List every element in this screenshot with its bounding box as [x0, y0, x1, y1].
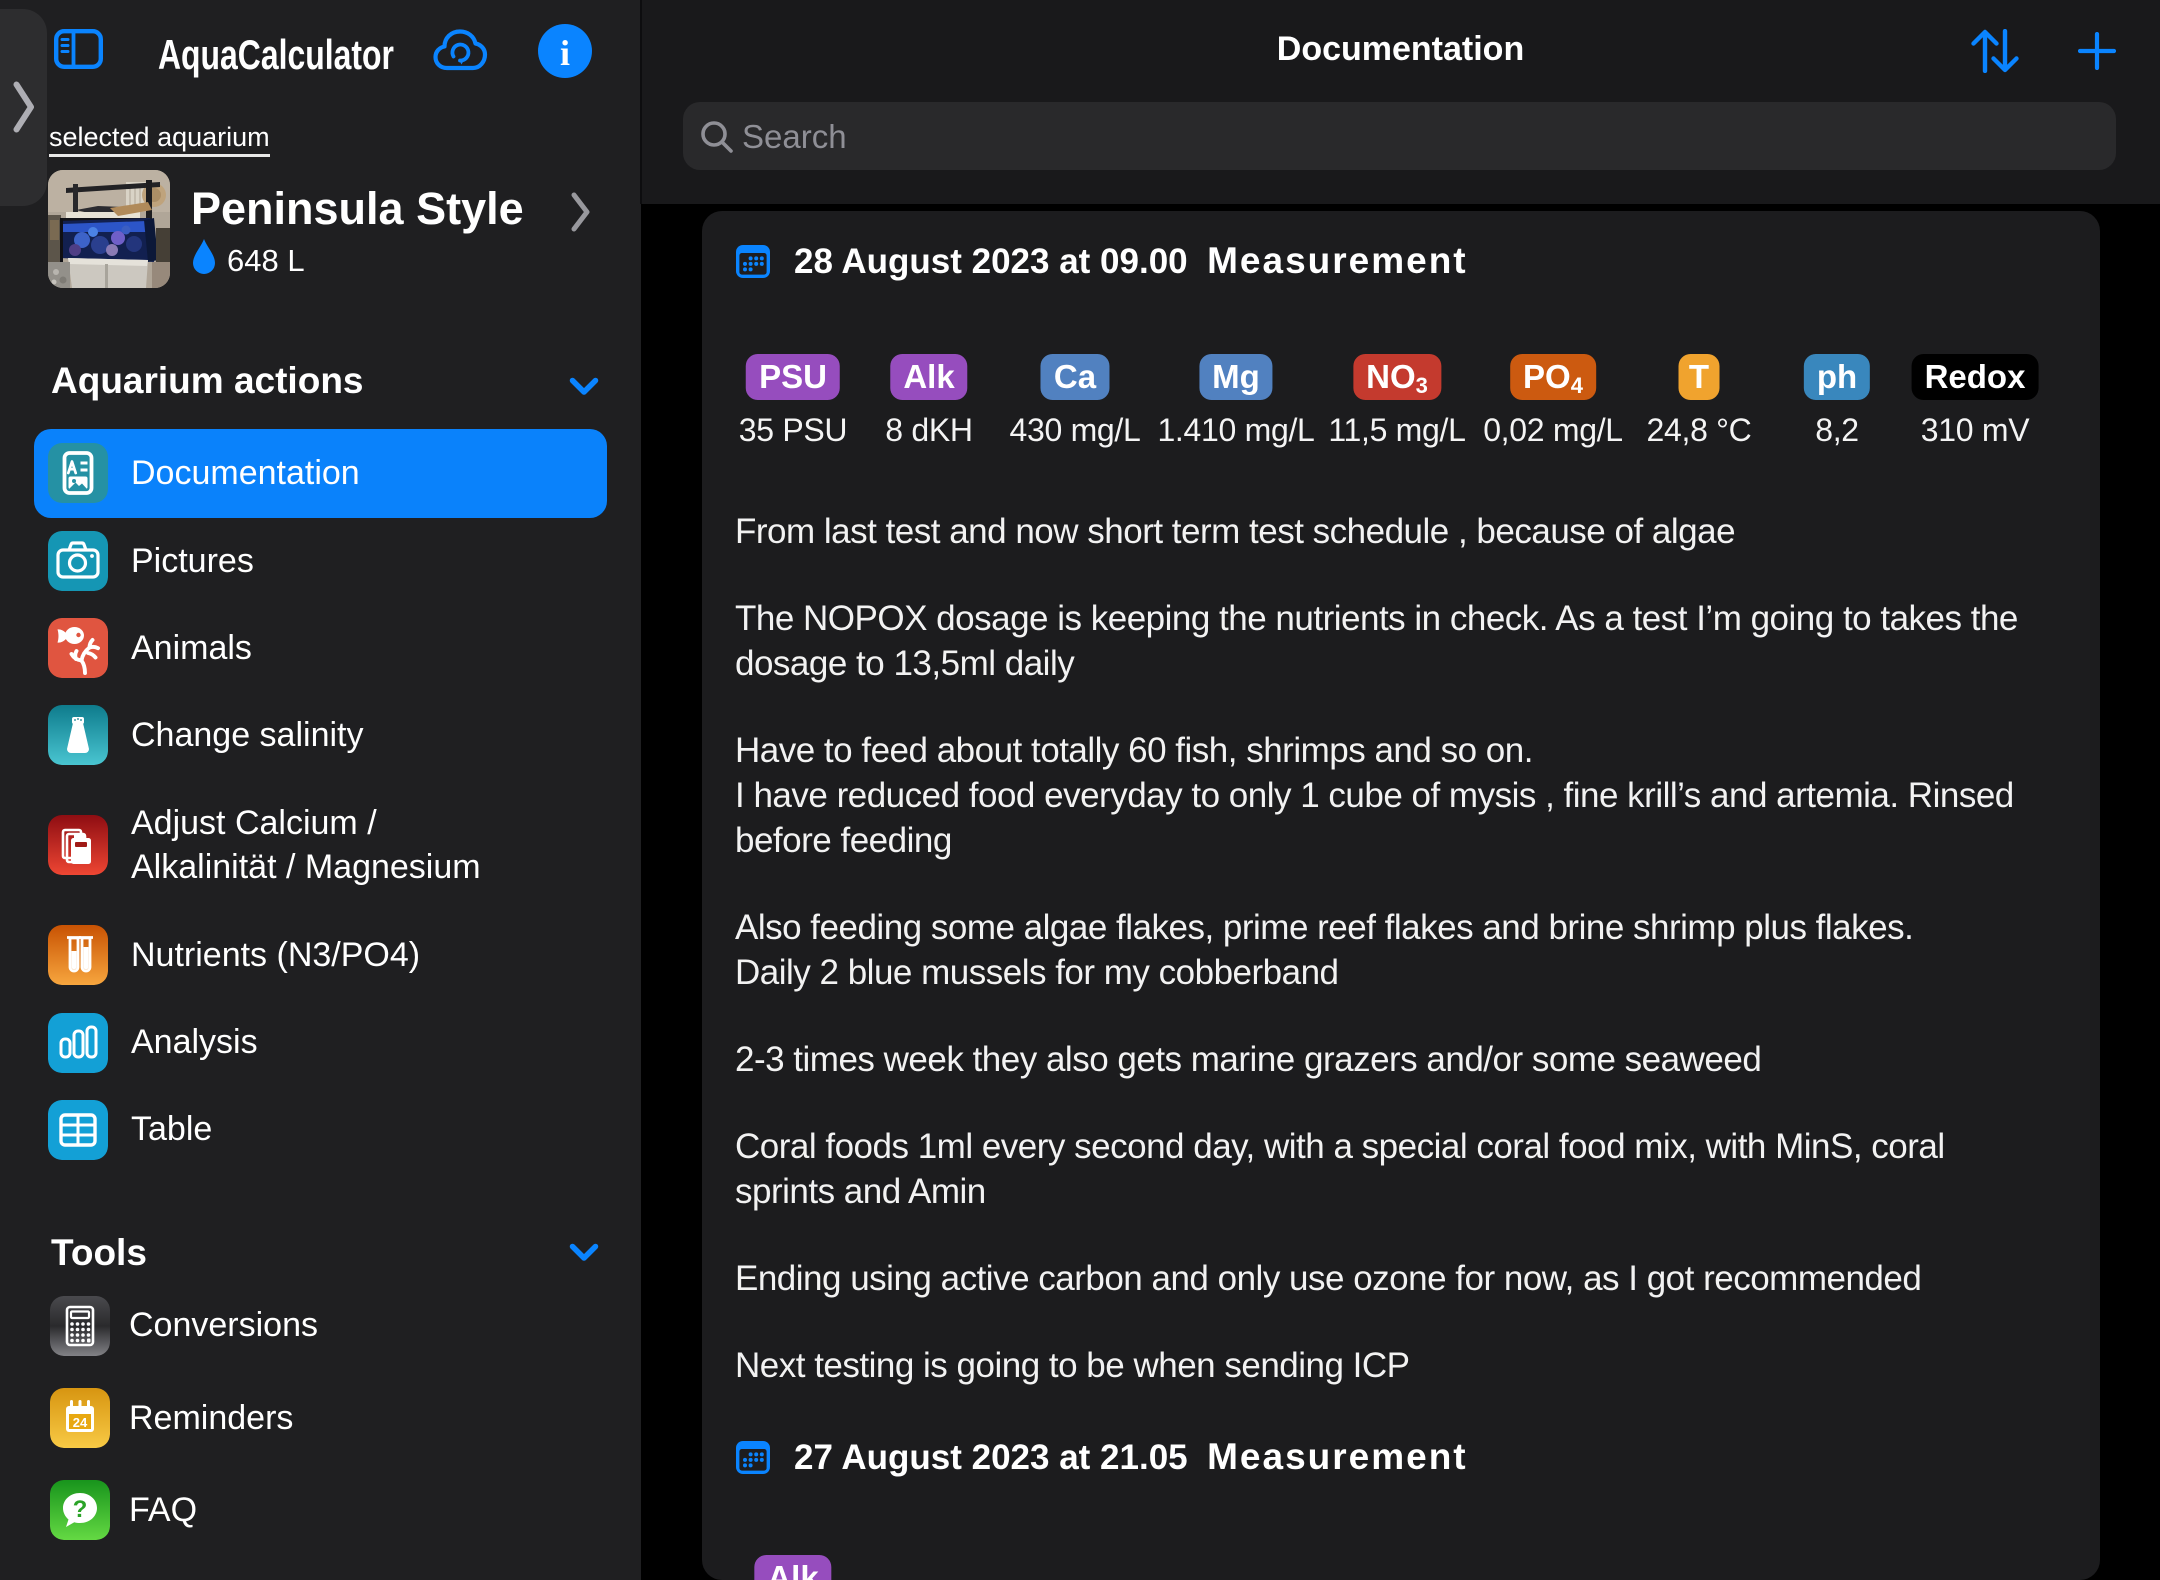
- svg-text:24: 24: [73, 1415, 88, 1430]
- svg-text:i: i: [560, 33, 570, 73]
- svg-text:?: ?: [73, 1496, 88, 1523]
